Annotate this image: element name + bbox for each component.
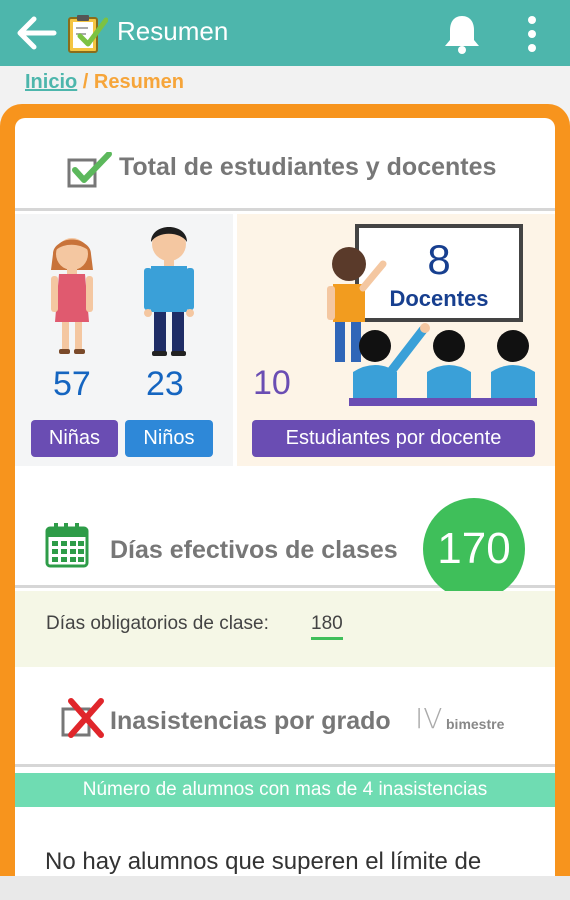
girls-label: Niñas (31, 420, 118, 457)
calendar-icon (45, 523, 89, 568)
more-vert-icon[interactable] (520, 14, 544, 54)
clipboard-check-icon (68, 15, 108, 53)
page-title: Resumen (117, 16, 229, 46)
mandatory-days-value: 180 (311, 613, 343, 640)
checkbox-checked-icon (67, 152, 112, 188)
breadcrumb-separator: / (82, 71, 89, 93)
mandatory-days-label: Días obligatorios de clase: (46, 613, 269, 634)
girl-illustration (51, 238, 93, 354)
bell-icon[interactable] (440, 12, 484, 56)
absences-message: No hay alumnos que superen el límite de (45, 848, 482, 875)
mandatory-days-row: Días obligatorios de clase: 180 (15, 591, 555, 667)
days-section-header: Días efectivos de clases 170 (15, 466, 555, 600)
bottom-strip (0, 876, 570, 900)
effective-days-badge: 170 (423, 498, 525, 600)
absences-section-title: Inasistencias por grado (110, 707, 391, 735)
girls-count: 57 (53, 365, 91, 403)
ratio-value: 10 (253, 364, 291, 402)
teachers-panel: 8 Docentes 10 Estudiantes por docente (237, 214, 555, 466)
absences-banner: Número de alumnos con mas de 4 inasisten… (15, 773, 555, 807)
period-numeral: IV (415, 702, 443, 735)
boys-label: Niños (125, 420, 213, 457)
students-section-header: Total de estudiantes y docentes (15, 118, 555, 211)
absences-section-header: Inasistencias por grado IV bimestre (15, 667, 555, 767)
boy-illustration (144, 227, 194, 356)
back-arrow-icon[interactable] (14, 13, 58, 53)
period-label: bimestre (446, 716, 505, 732)
students-section-title: Total de estudiantes y docentes (119, 153, 497, 181)
boys-count: 23 (146, 365, 184, 403)
breadcrumb: Inicio / Resumen (25, 71, 184, 94)
ratio-label: Estudiantes por docente (252, 420, 535, 457)
days-section-title: Días efectivos de clases (110, 536, 398, 564)
children-panel: 57 23 Niñas Niños (15, 214, 233, 466)
checkbox-x-icon (61, 698, 104, 738)
students-illustration (349, 323, 537, 406)
app-bar: Resumen (0, 0, 570, 66)
breadcrumb-home-link[interactable]: Inicio (25, 71, 77, 93)
breadcrumb-current: Resumen (93, 71, 184, 93)
summary-card: Total de estudiantes y docentes 57 23 Ni… (15, 118, 555, 900)
